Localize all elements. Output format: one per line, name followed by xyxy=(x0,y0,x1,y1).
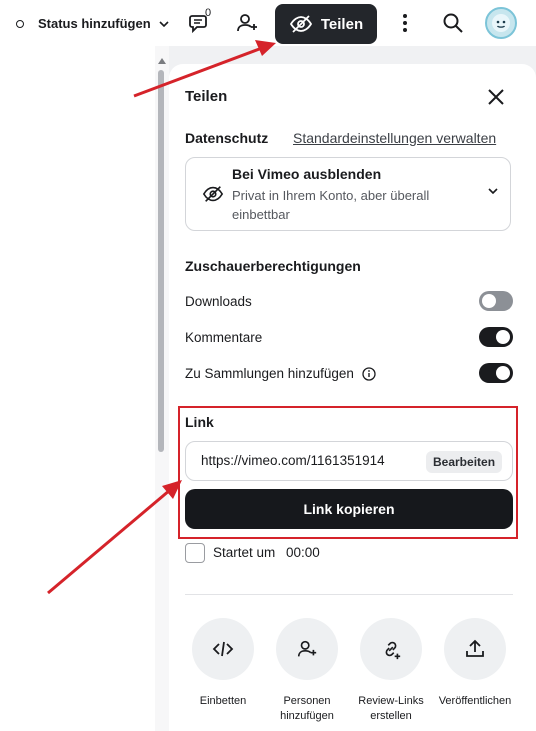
privacy-select[interactable]: Bei Vimeo ausblenden Privat in Ihrem Kon… xyxy=(185,157,511,231)
content-area xyxy=(0,46,155,731)
share-button[interactable]: Teilen xyxy=(275,4,377,44)
downloads-toggle[interactable] xyxy=(479,291,513,311)
comments-label: Kommentare xyxy=(185,330,263,345)
publish-action[interactable]: Veröffentlichen xyxy=(435,618,515,709)
invite-person-button[interactable] xyxy=(235,11,259,35)
review-links-label: Review-Links erstellen xyxy=(358,695,424,722)
embed-action[interactable]: Einbetten xyxy=(183,618,263,709)
start-time[interactable]: 00:00 xyxy=(286,545,320,560)
collections-label: Zu Sammlungen hinzufügen xyxy=(185,366,354,381)
eye-off-icon xyxy=(202,186,224,202)
search-icon xyxy=(443,13,463,33)
panel-title: Teilen xyxy=(185,88,228,105)
comments-toggle[interactable] xyxy=(479,327,513,347)
code-icon xyxy=(212,641,234,657)
close-icon[interactable] xyxy=(487,88,505,106)
scroll-up-arrow-icon[interactable] xyxy=(158,58,166,64)
manage-defaults-link[interactable]: Standardeinstellungen verwalten xyxy=(293,130,496,146)
status-label: Status hinzufügen xyxy=(38,16,151,31)
top-bar: Status hinzufügen 0 Teilen xyxy=(0,0,536,46)
user-avatar[interactable] xyxy=(485,7,517,39)
review-links-action[interactable]: Review-Links erstellen xyxy=(351,618,431,724)
publish-label: Veröffentlichen xyxy=(438,695,512,707)
privacy-section-label: Datenschutz xyxy=(185,130,269,146)
info-icon[interactable] xyxy=(362,366,376,381)
link-url: https://vimeo.com/1161351914 xyxy=(201,453,385,468)
downloads-label: Downloads xyxy=(185,294,252,309)
copy-link-button[interactable]: Link kopieren xyxy=(185,489,513,529)
embed-label: Einbetten xyxy=(199,695,247,707)
add-person-icon xyxy=(297,640,317,657)
start-at-label: Startet um xyxy=(213,545,276,560)
divider xyxy=(185,594,513,595)
search-button[interactable] xyxy=(441,11,465,35)
share-panel: Teilen Datenschutz Standardeinstellungen… xyxy=(169,64,536,731)
more-vertical-icon xyxy=(403,14,407,32)
privacy-option-title: Bei Vimeo ausblenden xyxy=(232,166,382,182)
chevron-down-icon xyxy=(488,188,498,194)
add-people-label: Personen hinzufügen xyxy=(280,695,334,722)
smiley-avatar-icon xyxy=(492,14,510,32)
upload-icon xyxy=(466,639,484,657)
chevron-down-icon xyxy=(159,20,169,27)
notifications-button[interactable]: 0 xyxy=(188,7,212,35)
add-person-icon xyxy=(237,14,257,32)
share-label: Teilen xyxy=(320,15,364,33)
permissions-section-label: Zuschauerberechtigungen xyxy=(185,258,361,274)
more-options-button[interactable] xyxy=(393,11,417,35)
scrollbar-thumb[interactable] xyxy=(158,70,164,452)
start-at-checkbox[interactable] xyxy=(185,543,205,563)
link-url-field[interactable]: https://vimeo.com/1161351914 Bearbeiten xyxy=(185,441,513,481)
status-dropdown[interactable]: Status hinzufügen xyxy=(16,16,169,31)
link-add-icon xyxy=(385,641,401,660)
edit-link-button[interactable]: Bearbeiten xyxy=(426,451,503,473)
status-dot-icon xyxy=(16,19,24,28)
privacy-option-subtitle: Privat in Ihrem Konto, aber überall einb… xyxy=(232,188,430,222)
link-section-label: Link xyxy=(185,414,214,430)
notification-count: 0 xyxy=(205,7,212,19)
eye-off-icon xyxy=(289,15,312,33)
collections-toggle[interactable] xyxy=(479,363,513,383)
add-people-action[interactable]: Personen hinzufügen xyxy=(267,618,347,724)
collections-row: Zu Sammlungen hinzufügen xyxy=(185,366,376,381)
